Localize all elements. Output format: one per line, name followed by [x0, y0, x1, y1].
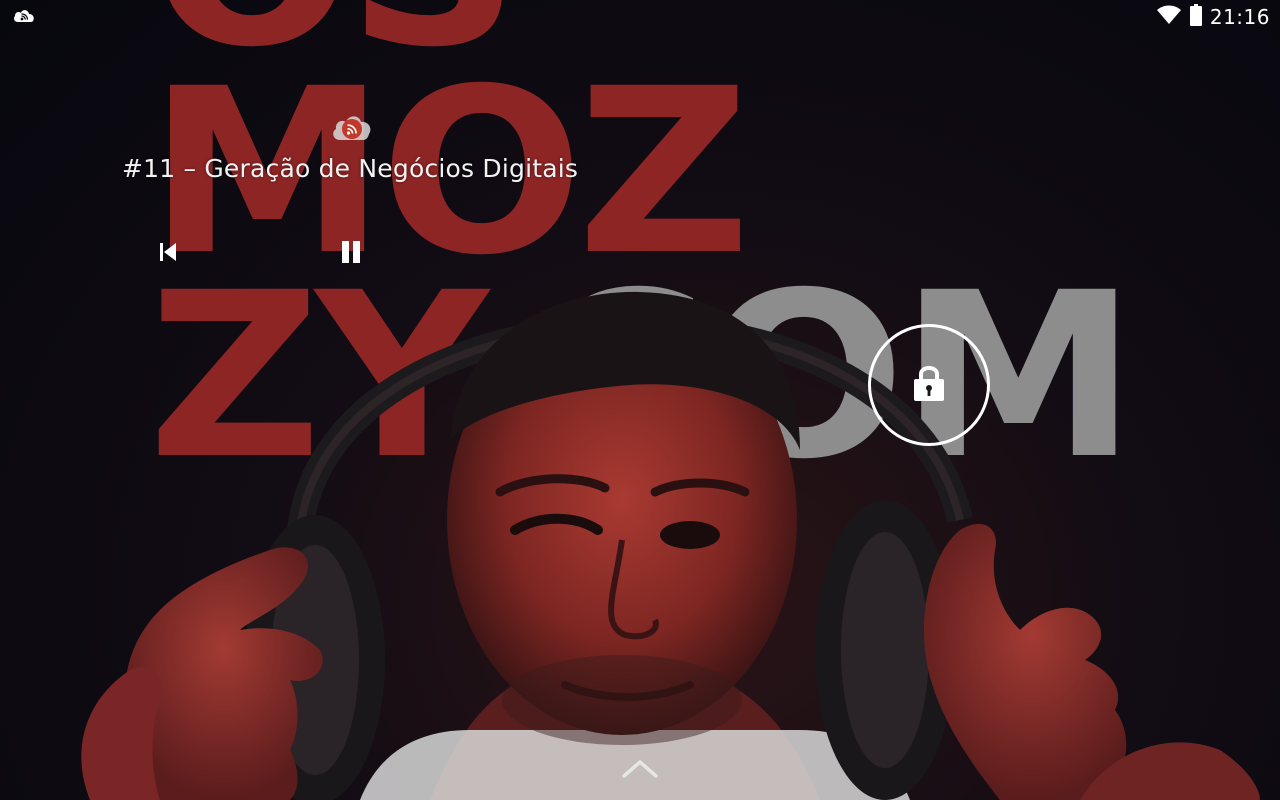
media-widget: #11 – Geração de Negócios Digitais: [118, 110, 618, 280]
podcast-cloud-icon: [330, 112, 374, 144]
previous-button[interactable]: [144, 230, 192, 278]
unlock-handle[interactable]: [868, 324, 990, 446]
lock-icon: [912, 363, 946, 407]
skip-previous-icon: [157, 241, 179, 267]
battery-icon: [1189, 4, 1202, 30]
wifi-icon: [1156, 5, 1182, 29]
pause-icon: [339, 240, 363, 268]
clock-time: 21:16: [1209, 5, 1270, 29]
lock-screen: OS MOZ ZY .COM: [0, 0, 1280, 800]
artwork-portrait: [81, 291, 1260, 800]
status-right-group: 21:16: [1156, 4, 1270, 30]
pause-button[interactable]: [327, 230, 375, 278]
podcast-notification-icon: [12, 6, 36, 28]
track-title: #11 – Geração de Negócios Digitais: [122, 154, 579, 183]
status-bar: 21:16: [0, 0, 1280, 34]
expand-chevron[interactable]: [620, 756, 660, 782]
chevron-up-icon: [620, 760, 660, 786]
